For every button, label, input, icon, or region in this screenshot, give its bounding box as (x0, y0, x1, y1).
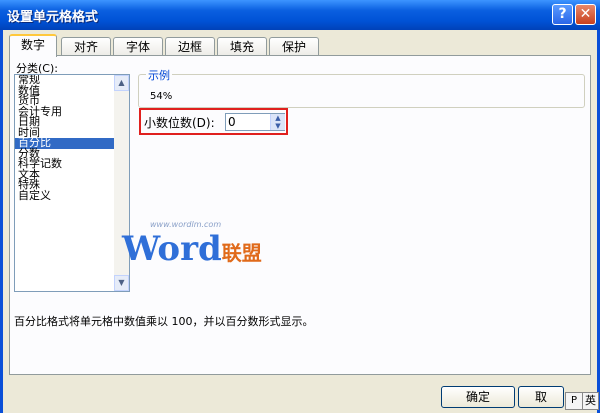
scroll-down-icon[interactable]: ▼ (114, 275, 129, 291)
ime-language[interactable]: 英 (582, 392, 599, 410)
decimal-places-stepper[interactable]: 0 ▲ ▼ (225, 113, 285, 131)
sample-label: 示例 (146, 67, 172, 83)
tab-number[interactable]: 数字 (9, 34, 57, 57)
tab-protection[interactable]: 保护 (269, 37, 319, 56)
watermark-url: www.wordlm.com (150, 220, 222, 229)
dialog-body: 数字 对齐 字体 边框 填充 保护 分类(C): 常规 数值 货币 会计专用 日期 时间百… (3, 30, 599, 413)
format-description: 百分比格式将单元格中数值乘以 100，并以百分数形式显示。 (14, 315, 314, 328)
stepper-arrows-icon[interactable]: ▲ ▼ (270, 114, 285, 130)
tab-border[interactable]: 边框 (165, 37, 215, 56)
sample-group (138, 74, 585, 108)
cancel-button[interactable]: 取 (518, 386, 564, 408)
ok-button[interactable]: 确定 (441, 386, 515, 408)
ime-p-icon[interactable]: P (565, 392, 583, 410)
close-button[interactable]: ✕ (575, 4, 596, 25)
tab-fill[interactable]: 填充 (217, 37, 267, 56)
watermark-brand-cn: 联盟 (221, 241, 262, 265)
title-bar: 设置单元格格式 ? ✕ (0, 0, 600, 30)
category-list[interactable]: 常规 数值 货币 会计专用 日期 时间 百分比 分数 科学记数 文本 特殊 自定义 ▲ ▼ (14, 74, 130, 292)
decimal-places-label: 小数位数(D): (144, 116, 215, 130)
tab-alignment[interactable]: 对齐 (61, 37, 111, 56)
category-item[interactable]: 自定义 (15, 190, 114, 202)
sample-value: 54% (150, 91, 173, 102)
help-button[interactable]: ? (552, 4, 573, 25)
tab-font[interactable]: 字体 (113, 37, 163, 56)
watermark-logo: www.wordlm.com Word联盟 (122, 220, 262, 269)
category-items: 常规 数值 货币 会计专用 日期 时间 百分比 分数 科学记数 文本 特殊 自定义 (15, 75, 114, 291)
scroll-up-icon[interactable]: ▲ (114, 75, 129, 91)
dialog-title: 设置单元格格式 (7, 10, 99, 25)
tab-panel: 分类(C): 常规 数值 货币 会计专用 日期 时间 百分比 分数 科学记数 文本 特殊 自定义 ▲ … (9, 55, 591, 375)
decimal-places-value[interactable]: 0 (228, 115, 236, 129)
watermark-brand-w: Word (122, 229, 222, 269)
